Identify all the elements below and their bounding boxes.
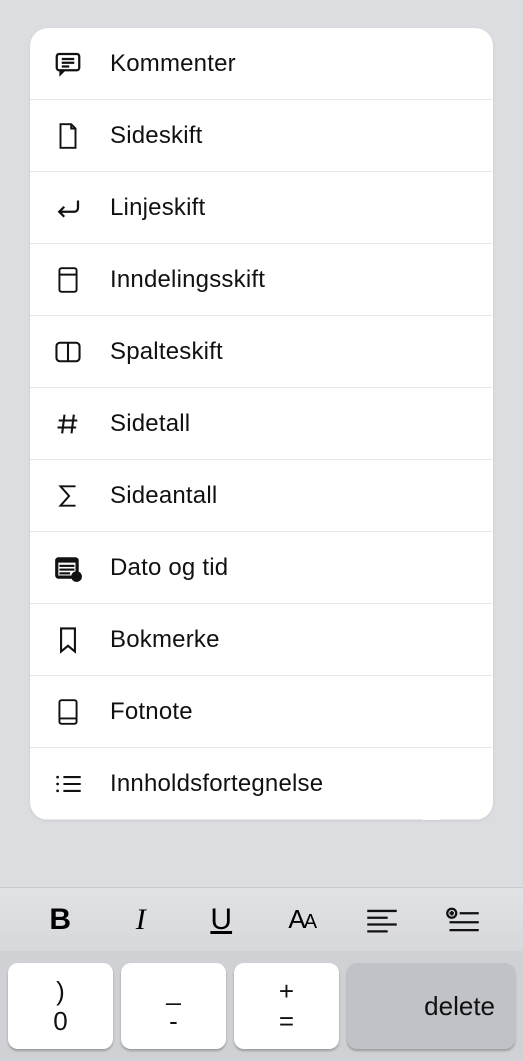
menu-item-toc[interactable]: Innholdsfortegnelse — [30, 748, 493, 820]
menu-label: Dato og tid — [110, 554, 228, 582]
key-bottom: 0 — [53, 1008, 67, 1034]
section-icon — [50, 265, 86, 295]
key-bottom: = — [279, 1008, 294, 1034]
return-icon — [50, 195, 86, 221]
menu-label: Sideskift — [110, 122, 203, 150]
menu-label: Sideantall — [110, 482, 217, 510]
menu-label: Linjeskift — [110, 194, 205, 222]
footnote-icon — [50, 697, 86, 727]
popover-arrow — [421, 818, 441, 820]
key-minus[interactable]: _ - — [121, 963, 226, 1049]
hash-icon — [50, 410, 86, 438]
insert-menu: Kommenter Sideskift Linjeskift Inndeling… — [30, 28, 493, 820]
menu-item-bookmark[interactable]: Bokmerke — [30, 604, 493, 676]
popover-container: Kommenter Sideskift Linjeskift Inndeling… — [0, 0, 523, 887]
columns-icon — [50, 338, 86, 366]
menu-label: Bokmerke — [110, 626, 220, 654]
underline-button[interactable]: U — [191, 893, 251, 947]
key-top: ) — [56, 978, 65, 1004]
key-bottom: - — [169, 1008, 178, 1034]
menu-label: Innholdsfortegnelse — [110, 770, 323, 798]
align-button[interactable] — [352, 893, 412, 947]
key-equals[interactable]: + = — [234, 963, 339, 1049]
delete-label: delete — [424, 991, 495, 1022]
comment-icon — [50, 49, 86, 79]
key-0[interactable]: ) 0 — [8, 963, 113, 1049]
menu-item-pagecount[interactable]: Sideantall — [30, 460, 493, 532]
menu-item-footnote[interactable]: Fotnote — [30, 676, 493, 748]
menu-label: Kommenter — [110, 50, 236, 78]
calendar-icon — [50, 554, 86, 582]
textformat-icon: AA — [288, 904, 315, 935]
insert-icon — [445, 907, 481, 933]
sigma-icon — [50, 482, 86, 510]
text-style-button[interactable]: AA — [272, 893, 332, 947]
key-top: + — [279, 978, 294, 1004]
key-delete[interactable]: delete — [347, 963, 515, 1049]
menu-label: Fotnote — [110, 698, 193, 726]
align-icon — [365, 907, 399, 933]
menu-item-pagenumber[interactable]: Sidetall — [30, 388, 493, 460]
menu-label: Spalteskift — [110, 338, 223, 366]
italic-button[interactable]: I — [111, 893, 171, 947]
menu-label: Sidetall — [110, 410, 190, 438]
key-top: _ — [166, 978, 180, 1004]
menu-item-columnbreak[interactable]: Spalteskift — [30, 316, 493, 388]
menu-item-sectionbreak[interactable]: Inndelingsskift — [30, 244, 493, 316]
menu-item-linebreak[interactable]: Linjeskift — [30, 172, 493, 244]
menu-item-pagebreak[interactable]: Sideskift — [30, 100, 493, 172]
menu-item-comment[interactable]: Kommenter — [30, 28, 493, 100]
bold-button[interactable]: B — [30, 893, 90, 947]
toc-icon — [50, 772, 86, 796]
menu-item-datetime[interactable]: Dato og tid — [30, 532, 493, 604]
format-toolbar: B I U AA — [0, 887, 523, 951]
bookmark-icon — [50, 625, 86, 655]
insert-button[interactable] — [433, 893, 493, 947]
menu-label: Inndelingsskift — [110, 266, 265, 294]
keyboard-row: ) 0 _ - + = delete — [0, 951, 523, 1061]
pagebreak-icon — [50, 121, 86, 151]
